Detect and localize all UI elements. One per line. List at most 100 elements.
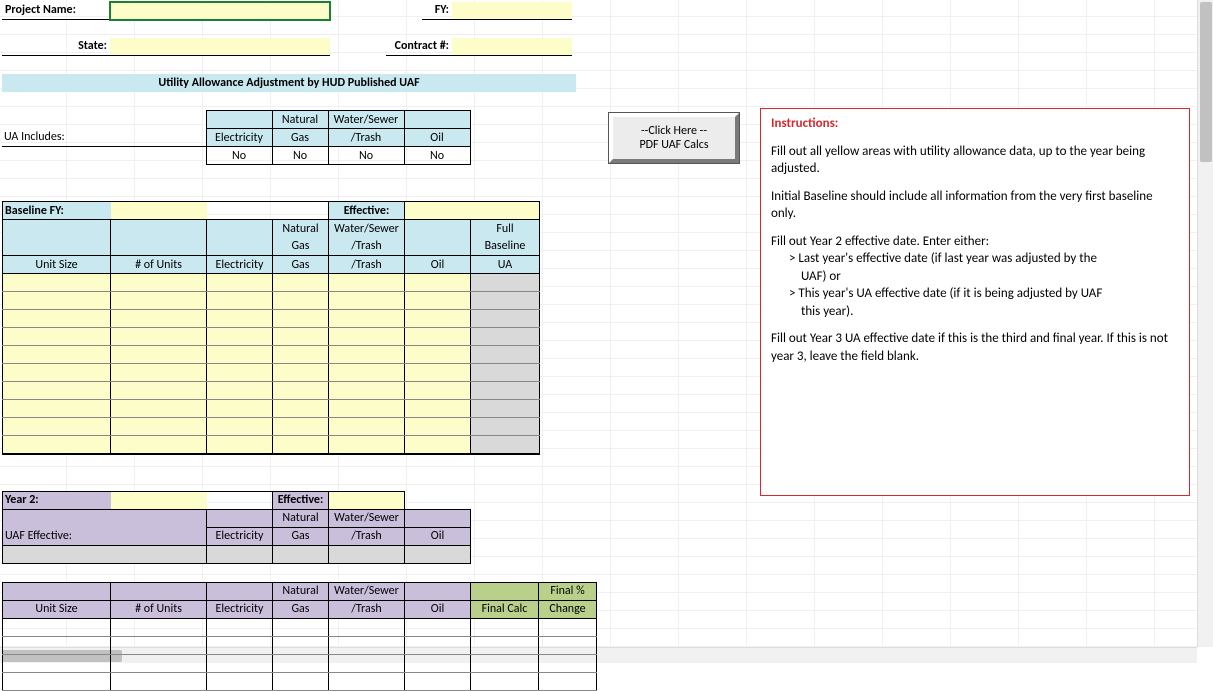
ua-val-water[interactable]: No	[328, 147, 404, 165]
contract-input[interactable]	[452, 38, 572, 56]
data-cell[interactable]	[405, 636, 471, 654]
baseline-effective-input[interactable]	[405, 202, 540, 220]
data-cell[interactable]	[329, 328, 405, 346]
data-cell[interactable]	[471, 436, 540, 454]
data-cell[interactable]	[207, 328, 273, 346]
data-cell[interactable]	[273, 328, 329, 346]
data-cell[interactable]	[111, 618, 207, 636]
data-cell[interactable]	[471, 292, 540, 310]
data-cell[interactable]	[329, 400, 405, 418]
data-cell[interactable]	[539, 654, 597, 672]
data-cell[interactable]	[111, 436, 207, 454]
data-cell[interactable]	[207, 310, 273, 328]
data-cell[interactable]	[471, 618, 539, 636]
data-cell[interactable]	[273, 400, 329, 418]
data-cell[interactable]	[111, 382, 207, 400]
data-cell[interactable]	[207, 636, 273, 654]
uaf-val-gas[interactable]	[273, 545, 329, 563]
data-cell[interactable]	[3, 436, 111, 454]
year2-effective-input[interactable]	[329, 491, 405, 509]
data-cell[interactable]	[273, 310, 329, 328]
data-cell[interactable]	[273, 292, 329, 310]
data-cell[interactable]	[3, 618, 111, 636]
data-cell[interactable]	[539, 636, 597, 654]
data-cell[interactable]	[329, 346, 405, 364]
data-cell[interactable]	[111, 274, 207, 292]
data-cell[interactable]	[405, 382, 471, 400]
uaf-val-oil[interactable]	[405, 545, 471, 563]
year2-value[interactable]	[111, 491, 207, 509]
data-cell[interactable]	[539, 618, 597, 636]
data-cell[interactable]	[329, 636, 405, 654]
data-cell[interactable]	[471, 418, 540, 436]
data-cell[interactable]	[405, 436, 471, 454]
data-cell[interactable]	[111, 310, 207, 328]
uaf-val-water[interactable]	[329, 545, 405, 563]
data-cell[interactable]	[207, 436, 273, 454]
data-cell[interactable]	[471, 310, 540, 328]
baseline-fy-input[interactable]	[111, 202, 207, 220]
data-cell[interactable]	[273, 274, 329, 292]
data-cell[interactable]	[273, 418, 329, 436]
data-cell[interactable]	[273, 364, 329, 382]
data-cell[interactable]	[3, 310, 111, 328]
data-cell[interactable]	[405, 418, 471, 436]
data-cell[interactable]	[3, 274, 111, 292]
data-cell[interactable]	[329, 672, 405, 690]
state-input[interactable]	[110, 38, 330, 56]
data-cell[interactable]	[273, 346, 329, 364]
data-cell[interactable]	[539, 672, 597, 690]
data-cell[interactable]	[405, 274, 471, 292]
data-cell[interactable]	[273, 636, 329, 654]
data-cell[interactable]	[207, 382, 273, 400]
data-cell[interactable]	[329, 436, 405, 454]
data-cell[interactable]	[471, 654, 539, 672]
data-cell[interactable]	[3, 346, 111, 364]
data-cell[interactable]	[273, 382, 329, 400]
data-cell[interactable]	[111, 636, 207, 654]
data-cell[interactable]	[111, 292, 207, 310]
data-cell[interactable]	[111, 672, 207, 690]
data-cell[interactable]	[329, 618, 405, 636]
data-cell[interactable]	[405, 400, 471, 418]
uaf-val-elec[interactable]	[207, 545, 273, 563]
data-cell[interactable]	[207, 618, 273, 636]
uaf-effective-input[interactable]	[3, 545, 207, 563]
data-cell[interactable]	[3, 672, 111, 690]
data-cell[interactable]	[111, 328, 207, 346]
ua-val-oil[interactable]: No	[404, 147, 470, 165]
data-cell[interactable]	[471, 328, 540, 346]
data-cell[interactable]	[471, 672, 539, 690]
data-cell[interactable]	[111, 418, 207, 436]
data-cell[interactable]	[273, 436, 329, 454]
data-cell[interactable]	[329, 274, 405, 292]
data-cell[interactable]	[329, 382, 405, 400]
data-cell[interactable]	[207, 364, 273, 382]
data-cell[interactable]	[3, 654, 111, 672]
data-cell[interactable]	[405, 346, 471, 364]
data-cell[interactable]	[3, 382, 111, 400]
data-cell[interactable]	[471, 382, 540, 400]
data-cell[interactable]	[3, 328, 111, 346]
data-cell[interactable]	[405, 672, 471, 690]
data-cell[interactable]	[329, 654, 405, 672]
data-cell[interactable]	[273, 654, 329, 672]
data-cell[interactable]	[471, 274, 540, 292]
data-cell[interactable]	[3, 292, 111, 310]
data-cell[interactable]	[3, 418, 111, 436]
data-cell[interactable]	[3, 400, 111, 418]
data-cell[interactable]	[111, 364, 207, 382]
data-cell[interactable]	[207, 654, 273, 672]
data-cell[interactable]	[405, 292, 471, 310]
data-cell[interactable]	[471, 636, 539, 654]
ua-val-electricity[interactable]: No	[206, 147, 272, 165]
data-cell[interactable]	[329, 418, 405, 436]
data-cell[interactable]	[207, 274, 273, 292]
data-cell[interactable]	[329, 292, 405, 310]
data-cell[interactable]	[3, 364, 111, 382]
data-cell[interactable]	[3, 636, 111, 654]
data-cell[interactable]	[207, 400, 273, 418]
data-cell[interactable]	[207, 672, 273, 690]
project-name-input[interactable]	[110, 2, 330, 20]
data-cell[interactable]	[329, 364, 405, 382]
